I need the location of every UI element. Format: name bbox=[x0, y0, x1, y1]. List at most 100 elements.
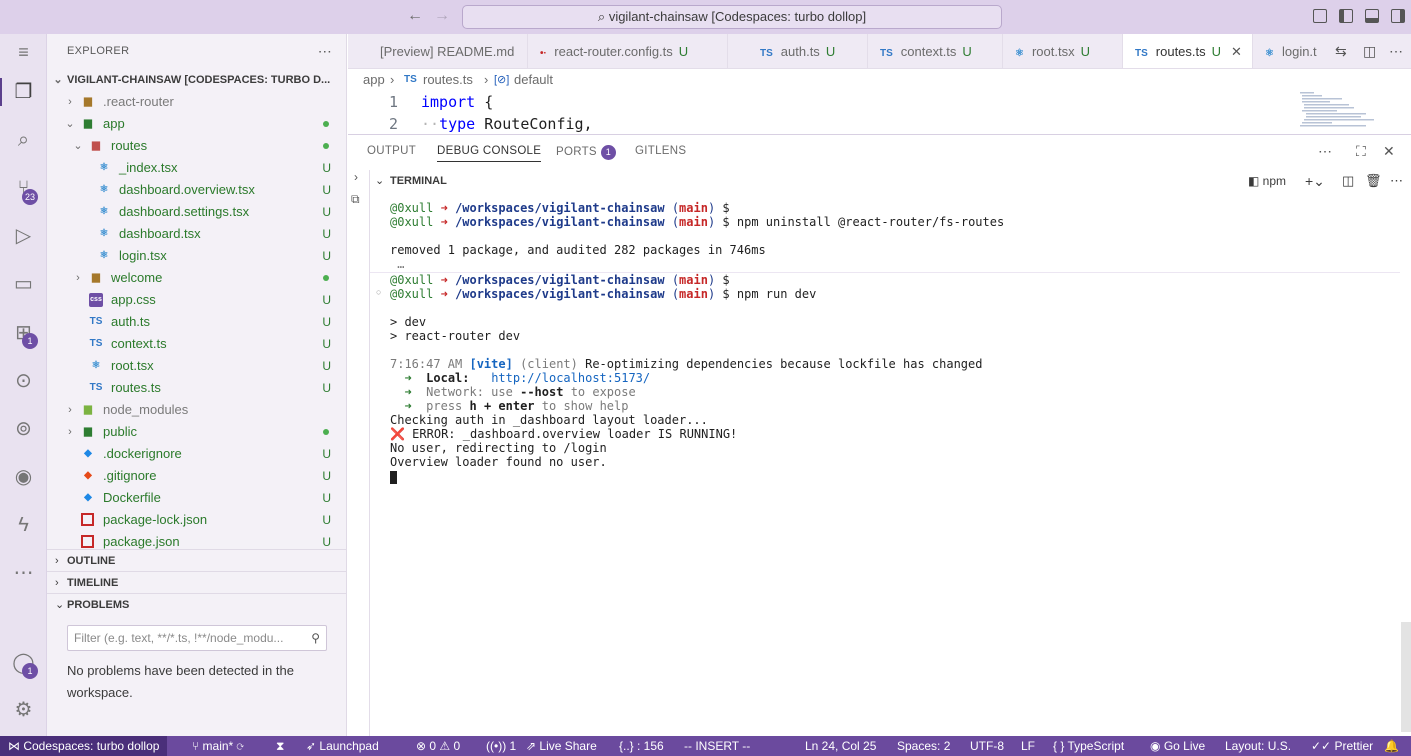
tree-file-dashboard[interactable]: ⚛ dashboard.tsx U bbox=[47, 223, 346, 245]
cursor-position[interactable]: Ln 24, Col 25 bbox=[805, 736, 876, 756]
go-live-button[interactable]: ◉ Go Live bbox=[1150, 736, 1205, 756]
tree-file-app-css[interactable]: css app.css U bbox=[47, 289, 346, 311]
breadcrumb-folder[interactable]: app bbox=[363, 69, 385, 91]
problems-filter-input[interactable]: Filter (e.g. text, **/*.ts, !**/node_mod… bbox=[67, 625, 327, 651]
indentation[interactable]: Spaces: 2 bbox=[897, 736, 950, 756]
tab-routes[interactable]: TS routes.ts U ✕ bbox=[1123, 34, 1253, 68]
compare-changes-icon[interactable]: ⇆ bbox=[1335, 34, 1347, 68]
close-icon[interactable]: ✕ bbox=[1231, 44, 1242, 59]
terminal-scrollbar[interactable] bbox=[1401, 622, 1411, 732]
lightning-icon[interactable]: ϟ bbox=[11, 513, 36, 538]
more-actions-icon[interactable]: ⋯ bbox=[1389, 34, 1403, 68]
command-center-search[interactable]: ⌕ vigilant-chainsaw [Codespaces: turbo d… bbox=[462, 5, 1002, 29]
chevron-right-icon: › bbox=[76, 272, 80, 284]
tree-file-login[interactable]: ⚛ login.tsx U bbox=[47, 245, 346, 267]
tree-file-dockerfile[interactable]: ◆ Dockerfile U bbox=[47, 487, 346, 509]
tab-debug-console[interactable]: DEBUG CONSOLE bbox=[437, 145, 542, 162]
tree-folder-app[interactable]: ⌄ ▆ app bbox=[47, 113, 346, 135]
terminal-tabs-icon[interactable]: ⧉ bbox=[351, 192, 360, 207]
launchpad-indicator[interactable]: ➶ Launchpad bbox=[306, 736, 379, 756]
tree-file-auth[interactable]: TS auth.ts U bbox=[47, 311, 346, 333]
chevron-right-icon[interactable]: › bbox=[354, 170, 358, 184]
split-terminal-icon[interactable]: ◫ bbox=[1342, 170, 1354, 192]
terminal-cursor bbox=[390, 471, 397, 484]
tab-gitlens[interactable]: GITLENS bbox=[635, 145, 686, 157]
tree-file-routes[interactable]: TS routes.ts U bbox=[47, 377, 346, 399]
bracket-count[interactable]: {..} : 156 bbox=[619, 736, 664, 756]
end-of-line[interactable]: LF bbox=[1021, 736, 1035, 756]
ports-indicator[interactable]: ((•)) 1 bbox=[486, 736, 516, 756]
branch-indicator[interactable]: ⑂ main* ⟳ bbox=[192, 736, 244, 756]
gitlens-icon[interactable]: ⊚ bbox=[11, 417, 36, 442]
tree-folder-routes[interactable]: ⌄ ▆ routes bbox=[47, 135, 346, 157]
more-actions-icon[interactable]: ⋯ bbox=[1390, 170, 1403, 192]
github-icon[interactable]: ◉ bbox=[11, 465, 36, 490]
tree-file-root[interactable]: ⚛ root.tsx U bbox=[47, 355, 346, 377]
git-graph-icon[interactable]: ⊙ bbox=[11, 369, 36, 394]
tree-file-context[interactable]: TS context.ts U bbox=[47, 333, 346, 355]
toggle-sidebar-icon[interactable] bbox=[1339, 9, 1353, 23]
new-terminal-icon[interactable]: +⌄ bbox=[1305, 170, 1325, 192]
more-actions-icon[interactable]: ⋯ bbox=[1318, 143, 1332, 160]
tree-folder-public[interactable]: › ▆ public bbox=[47, 421, 346, 443]
tab-root[interactable]: ⚛ root.tsx U bbox=[1003, 34, 1123, 68]
language-mode[interactable]: { } TypeScript bbox=[1053, 736, 1124, 756]
tree-file-dockerignore[interactable]: ◆ .dockerignore U bbox=[47, 443, 346, 465]
explorer-icon[interactable]: ❐ bbox=[11, 80, 36, 105]
timeline-section[interactable]: › TIMELINE bbox=[47, 571, 346, 593]
local-url-link[interactable]: http://localhost:5173/ bbox=[491, 371, 650, 385]
outline-section[interactable]: › OUTLINE bbox=[47, 549, 346, 571]
breadcrumb-symbol[interactable]: default bbox=[514, 69, 553, 91]
tab-output[interactable]: OUTPUT bbox=[367, 145, 416, 157]
more-icon[interactable]: ⋯ bbox=[11, 561, 36, 586]
tree-folder-react-router[interactable]: › ▆ .react-router bbox=[47, 91, 346, 113]
tab-readme-preview[interactable]: [Preview] README.md bbox=[348, 34, 528, 68]
menu-icon[interactable]: ≡ bbox=[11, 40, 36, 65]
live-share-indicator[interactable]: ⇗ Live Share bbox=[526, 736, 597, 756]
tab-context[interactable]: TS context.ts U bbox=[868, 34, 1003, 68]
modified-dot bbox=[323, 275, 329, 281]
problems-indicator[interactable]: ⊗ 0 ⚠ 0 bbox=[416, 736, 460, 756]
tree-file-gitignore[interactable]: ◆ .gitignore U bbox=[47, 465, 346, 487]
settings-gear-icon[interactable]: ⚙ bbox=[11, 698, 36, 723]
keyboard-layout[interactable]: Layout: U.S. bbox=[1225, 736, 1291, 756]
search-icon[interactable]: ⌕ bbox=[11, 128, 36, 153]
code-editor[interactable]: 1 import { 2 ··type RouteConfig, bbox=[348, 91, 1411, 133]
tab-react-router-config[interactable]: •∙ react-router.config.ts U bbox=[528, 34, 728, 68]
sync-icon[interactable]: ⟳ bbox=[237, 739, 244, 753]
filter-icon[interactable]: ⚲ bbox=[311, 626, 320, 650]
tree-file-index[interactable]: ⚛ _index.tsx U bbox=[47, 157, 346, 179]
back-arrow-icon[interactable]: ← bbox=[407, 7, 423, 25]
problems-message: No problems have been detected in the wo… bbox=[67, 663, 294, 700]
tree-folder-welcome[interactable]: › ▆ welcome bbox=[47, 267, 346, 289]
prettier-indicator[interactable]: ✓✓ Prettier bbox=[1311, 736, 1373, 756]
tree-file-dashboard-settings[interactable]: ⚛ dashboard.settings.tsx U bbox=[47, 201, 346, 223]
trash-icon[interactable]: 🗑 bbox=[1365, 170, 1382, 192]
workspace-root[interactable]: ⌄ VIGILANT-CHAINSAW [CODESPACES: TURBO D… bbox=[47, 69, 346, 91]
tab-ports[interactable]: PORTS 1 bbox=[556, 145, 616, 160]
terminal-profile[interactable]: ◧ npm bbox=[1248, 170, 1286, 192]
toggle-panel-icon[interactable] bbox=[1365, 9, 1379, 23]
git-graph-status-icon[interactable]: ⧗ bbox=[276, 736, 284, 756]
run-debug-icon[interactable]: ▷ bbox=[11, 224, 36, 249]
encoding[interactable]: UTF-8 bbox=[970, 736, 1004, 756]
remote-indicator[interactable]: ⋈ Codespaces: turbo dollop bbox=[0, 736, 168, 756]
remote-explorer-icon[interactable]: ▭ bbox=[11, 272, 36, 297]
forward-arrow-icon[interactable]: → bbox=[434, 7, 450, 25]
tree-file-dashboard-overview[interactable]: ⚛ dashboard.overview.tsx U bbox=[47, 179, 346, 201]
problems-section[interactable]: ⌄ PROBLEMS bbox=[47, 593, 346, 615]
tree-folder-node-modules[interactable]: › ▆ node_modules bbox=[47, 399, 346, 421]
toggle-secondary-sidebar-icon[interactable] bbox=[1391, 9, 1405, 23]
tab-auth[interactable]: TS auth.ts U bbox=[748, 34, 868, 68]
chevron-down-icon[interactable]: ⌄ bbox=[375, 170, 384, 192]
maximize-panel-icon[interactable]: ⛶ bbox=[1356, 143, 1366, 160]
minimap[interactable] bbox=[1290, 91, 1400, 133]
notifications-bell-icon[interactable]: 🔔 bbox=[1384, 736, 1399, 756]
split-editor-icon[interactable]: ◫ bbox=[1363, 34, 1376, 68]
layout-customize-icon[interactable] bbox=[1313, 9, 1327, 23]
tab-label: root.tsx bbox=[1031, 44, 1075, 59]
more-actions-icon[interactable]: ⋯ bbox=[318, 34, 332, 69]
close-icon[interactable]: ✕ bbox=[1383, 143, 1395, 160]
breadcrumb-file[interactable]: routes.ts bbox=[423, 69, 473, 91]
tree-file-package-lock[interactable]: package-lock.json U bbox=[47, 509, 346, 531]
